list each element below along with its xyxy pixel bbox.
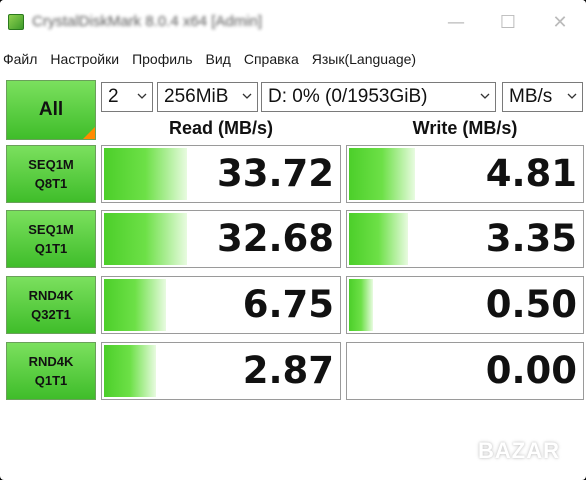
test-params: Q1T1: [34, 373, 68, 388]
write-value: 4.81: [485, 152, 577, 195]
test-name: RND4K: [28, 354, 74, 369]
read-progress-bar: [104, 345, 157, 397]
test-button-seq1m-q8t1[interactable]: SEQ1M Q8T1: [6, 145, 96, 203]
read-result-cell: 6.75: [101, 276, 341, 334]
maximize-icon[interactable]: ☐: [496, 10, 520, 34]
drive-select[interactable]: D: 0% (0/1953GiB): [261, 82, 496, 112]
close-icon[interactable]: ✕: [548, 10, 572, 34]
test-params: Q1T1: [34, 241, 68, 256]
chevron-down-icon: [567, 93, 577, 99]
unit-value: MB/s: [509, 86, 553, 107]
chevron-down-icon: [480, 93, 490, 99]
test-name: SEQ1M: [28, 222, 74, 237]
read-progress-bar: [104, 213, 188, 265]
test-count-select[interactable]: 2: [101, 82, 153, 112]
window-title: CrystalDiskMark 8.0.4 x64 [Admin]: [32, 13, 263, 30]
read-value: 32.68: [216, 217, 334, 260]
write-result-cell: 4.81: [346, 145, 584, 203]
read-column-header: Read (MB/s): [168, 118, 273, 138]
test-name: RND4K: [28, 288, 74, 303]
menu-view[interactable]: Вид: [206, 51, 237, 67]
test-count-value: 2: [108, 86, 119, 107]
write-result-cell: 0.00: [346, 342, 584, 400]
app-window: CrystalDiskMark 8.0.4 x64 [Admin] — ☐ ✕ …: [0, 0, 586, 480]
test-params: Q8T1: [34, 176, 68, 191]
test-button-seq1m-q1t1[interactable]: SEQ1M Q1T1: [6, 210, 96, 268]
write-progress-bar: [349, 148, 416, 200]
app-icon: [8, 14, 24, 30]
test-size-value: 256MiB: [164, 86, 229, 107]
test-size-select[interactable]: 256MiB: [157, 82, 258, 112]
read-result-cell: 32.68: [101, 210, 341, 268]
test-params: Q32T1: [31, 307, 71, 322]
write-value: 0.50: [485, 283, 577, 326]
read-result-cell: 33.72: [101, 145, 341, 203]
write-progress-bar: [349, 213, 408, 265]
title-bar: CrystalDiskMark 8.0.4 x64 [Admin] — ☐ ✕: [0, 0, 586, 44]
read-value: 33.72: [216, 152, 334, 195]
test-button-rnd4k-q1t1[interactable]: RND4K Q1T1: [6, 342, 96, 400]
test-name: SEQ1M: [28, 157, 74, 172]
minimize-icon[interactable]: —: [444, 10, 468, 34]
menu-bar: Файл Настройки Профиль Вид Справка Язык(…: [0, 46, 586, 72]
read-progress-bar: [104, 148, 188, 200]
unit-select[interactable]: MB/s: [502, 82, 583, 112]
corner-marker: [83, 127, 95, 139]
write-value: 3.35: [485, 217, 577, 260]
test-button-rnd4k-q32t1[interactable]: RND4K Q32T1: [6, 276, 96, 334]
write-result-cell: 0.50: [346, 276, 584, 334]
read-value: 6.75: [242, 283, 334, 326]
menu-file[interactable]: Файл: [3, 51, 43, 67]
all-button-label: All: [38, 99, 64, 120]
write-value: 0.00: [485, 349, 577, 392]
menu-profile[interactable]: Профиль: [132, 51, 198, 67]
chevron-down-icon: [242, 93, 252, 99]
all-button[interactable]: All: [6, 80, 96, 140]
write-result-cell: 3.35: [346, 210, 584, 268]
watermark-logo: BAZAR: [478, 438, 560, 463]
write-progress-bar: [349, 279, 373, 331]
chevron-down-icon: [137, 93, 147, 99]
read-value: 2.87: [242, 349, 334, 392]
write-column-header: Write (MB/s): [412, 118, 518, 138]
menu-help[interactable]: Справка: [244, 51, 305, 67]
read-result-cell: 2.87: [101, 342, 341, 400]
menu-language[interactable]: Язык(Language): [312, 51, 422, 67]
menu-settings[interactable]: Настройки: [50, 51, 125, 67]
drive-value: D: 0% (0/1953GiB): [268, 86, 428, 107]
read-progress-bar: [104, 279, 166, 331]
